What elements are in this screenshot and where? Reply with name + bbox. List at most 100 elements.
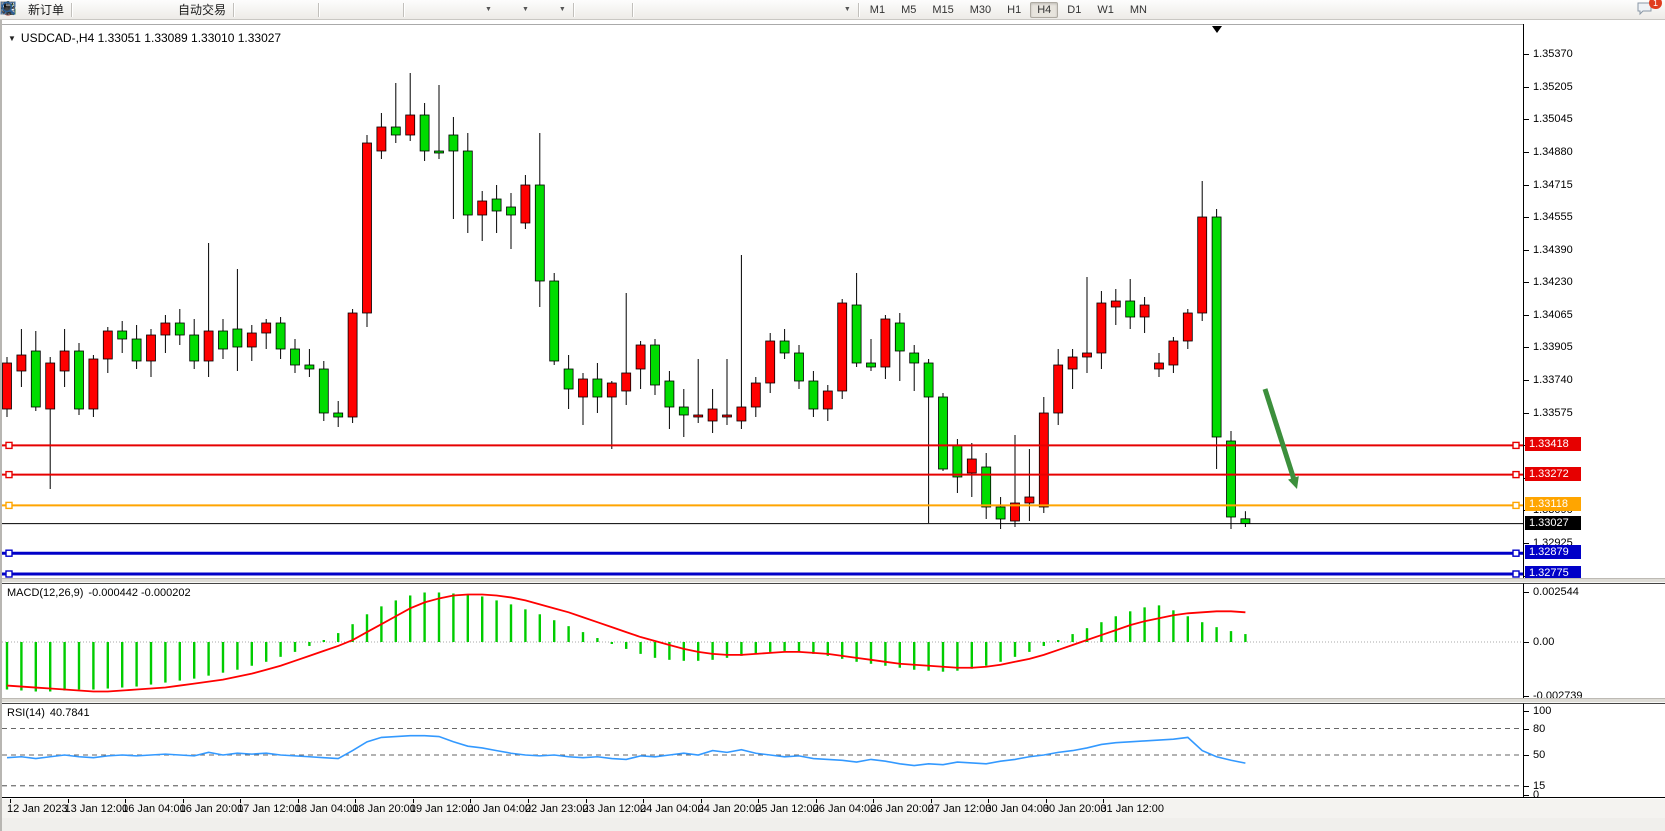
timeframe-button-m30[interactable]: M30 bbox=[963, 2, 998, 18]
periods-button[interactable]: ▼ bbox=[496, 1, 533, 19]
resistance-line-2-price-badge: 1.33272 bbox=[1525, 467, 1581, 481]
text-label-button[interactable]: T bbox=[792, 1, 818, 19]
timeframe-button-m1[interactable]: M1 bbox=[863, 2, 892, 18]
dropdown-arrow-icon: ▼ bbox=[844, 6, 851, 13]
chart-title-ohlc: USDCAD-,H4 1.33051 1.33089 1.33010 1.330… bbox=[21, 31, 281, 45]
textT-icon: T bbox=[796, 1, 814, 18]
text-button[interactable]: A bbox=[766, 1, 792, 19]
axis-tick bbox=[1524, 729, 1529, 730]
price-tick-label: 1.34390 bbox=[1533, 244, 1573, 256]
current-price-line-price-badge: 1.33027 bbox=[1525, 516, 1581, 530]
support-line-blue-1-handle[interactable] bbox=[1513, 550, 1519, 556]
time-axis[interactable]: 12 Jan 202313 Jan 12:0016 Jan 04:0016 Ja… bbox=[2, 799, 1665, 818]
macd-axis[interactable]: 0.0025440.00-0.002739 bbox=[1523, 583, 1665, 698]
timeframe-button-h1[interactable]: H1 bbox=[1000, 2, 1028, 18]
horizontal-line-button[interactable] bbox=[662, 1, 688, 19]
rsi-axis-label: 80 bbox=[1533, 723, 1545, 735]
hline-icon bbox=[666, 1, 684, 18]
equidistant-channel-button[interactable]: E bbox=[714, 1, 740, 19]
stamp-icon bbox=[79, 1, 97, 18]
candle bbox=[118, 321, 127, 353]
timeframe-button-mn[interactable]: MN bbox=[1123, 2, 1154, 18]
signals-button[interactable] bbox=[127, 1, 153, 19]
candle bbox=[636, 341, 645, 389]
candle bbox=[1198, 181, 1207, 321]
candle bbox=[46, 357, 55, 489]
zoom-out-button[interactable] bbox=[348, 1, 374, 19]
candle bbox=[89, 355, 98, 417]
candle bbox=[478, 191, 487, 241]
time-label: 24 Jan 20:00 bbox=[698, 803, 762, 815]
axis-tick bbox=[1524, 755, 1529, 756]
line-chart-button[interactable] bbox=[289, 1, 315, 19]
templates-button[interactable]: ▼ bbox=[533, 1, 570, 19]
candle-chart-button[interactable] bbox=[263, 1, 289, 19]
vertical-line-button[interactable] bbox=[636, 1, 662, 19]
candle bbox=[391, 83, 400, 143]
fibonacci-button[interactable]: F bbox=[740, 1, 766, 19]
toolbar-separator bbox=[632, 3, 633, 17]
candle bbox=[507, 193, 516, 249]
timeframe-button-h4[interactable]: H4 bbox=[1030, 2, 1058, 18]
timeframe-button-d1[interactable]: D1 bbox=[1060, 2, 1088, 18]
time-label: 19 Jan 12:00 bbox=[410, 803, 474, 815]
auto-trading-button[interactable]: 自动交易 bbox=[153, 1, 230, 19]
support-line-orange-handle[interactable] bbox=[6, 502, 12, 508]
rsi-line bbox=[7, 736, 1245, 766]
zoomin-icon bbox=[326, 1, 344, 18]
macd-pane[interactable]: MACD(12,26,9) -0.000442 -0.000202 bbox=[2, 583, 1523, 698]
price-chart-pane[interactable]: ▼ USDCAD-,H4 1.33051 1.33089 1.33010 1.3… bbox=[2, 24, 1523, 578]
candle bbox=[406, 73, 415, 141]
chart-shift-button[interactable] bbox=[433, 1, 459, 19]
indicators-button[interactable]: ▼ bbox=[459, 1, 496, 19]
publish-charts-button[interactable] bbox=[75, 1, 101, 19]
price-tick-label: 1.34230 bbox=[1533, 276, 1573, 288]
support-line-orange-handle[interactable] bbox=[1513, 502, 1519, 508]
macd-canvas[interactable] bbox=[2, 584, 1523, 698]
timeframe-button-m15[interactable]: M15 bbox=[925, 2, 960, 18]
macd-axis-label: 0.00 bbox=[1533, 636, 1554, 648]
community-button[interactable] bbox=[101, 1, 127, 19]
rsi-canvas[interactable] bbox=[2, 704, 1523, 798]
rsi-pane[interactable]: RSI(14) 40.7841 bbox=[2, 703, 1523, 798]
cursor-icon bbox=[581, 1, 599, 18]
price-axis[interactable]: 1.353701.352051.350451.348801.347151.345… bbox=[1523, 24, 1665, 578]
rsi-axis-label: 100 bbox=[1533, 705, 1551, 717]
chat-button[interactable]: 1 bbox=[1637, 1, 1655, 18]
time-label: 25 Jan 12:00 bbox=[755, 803, 819, 815]
candlestick-canvas[interactable] bbox=[2, 25, 1523, 578]
resistance-line-1-handle[interactable] bbox=[1513, 442, 1519, 448]
search-icon[interactable] bbox=[1611, 1, 1629, 18]
sell-arrow-head bbox=[1288, 476, 1299, 489]
candle bbox=[766, 333, 775, 393]
resistance-line-1-handle[interactable] bbox=[6, 442, 12, 448]
support-line-blue-2-handle[interactable] bbox=[1513, 571, 1519, 577]
rsi-name: RSI(14) bbox=[7, 707, 45, 719]
candle bbox=[435, 85, 444, 159]
axis-tick bbox=[1524, 185, 1529, 186]
support-line-blue-1-price-badge: 1.32879 bbox=[1525, 545, 1581, 559]
candle bbox=[463, 133, 472, 233]
bar-chart-button[interactable] bbox=[237, 1, 263, 19]
resistance-line-2-handle[interactable] bbox=[1513, 472, 1519, 478]
arrows-button[interactable]: ▼ bbox=[818, 1, 855, 19]
sell-arrow-annotation[interactable] bbox=[1265, 389, 1295, 481]
resistance-line-2-handle[interactable] bbox=[6, 472, 12, 478]
support-line-blue-2-handle[interactable] bbox=[6, 571, 12, 577]
crosshair-button[interactable] bbox=[603, 1, 629, 19]
one-click-trading-expander[interactable]: ▼ bbox=[8, 34, 16, 43]
rsi-axis[interactable]: 1008050150 bbox=[1523, 703, 1665, 798]
timeframe-button-m5[interactable]: M5 bbox=[894, 2, 923, 18]
trendline-button[interactable] bbox=[688, 1, 714, 19]
candle bbox=[795, 345, 804, 389]
tile-windows-button[interactable] bbox=[374, 1, 400, 19]
cursor-button[interactable] bbox=[577, 1, 603, 19]
time-label: 27 Jan 12:00 bbox=[928, 803, 992, 815]
candle bbox=[852, 273, 861, 367]
zoom-in-button[interactable] bbox=[322, 1, 348, 19]
auto-scroll-button[interactable] bbox=[407, 1, 433, 19]
axis-tick bbox=[1524, 87, 1529, 88]
support-line-blue-1-handle[interactable] bbox=[6, 550, 12, 556]
timeframe-button-w1[interactable]: W1 bbox=[1090, 2, 1121, 18]
main-toolbar: 新订单自动交易▼▼▼EFAT▼M1M5M15M30H1H4D1W1MN1 bbox=[0, 0, 1665, 20]
